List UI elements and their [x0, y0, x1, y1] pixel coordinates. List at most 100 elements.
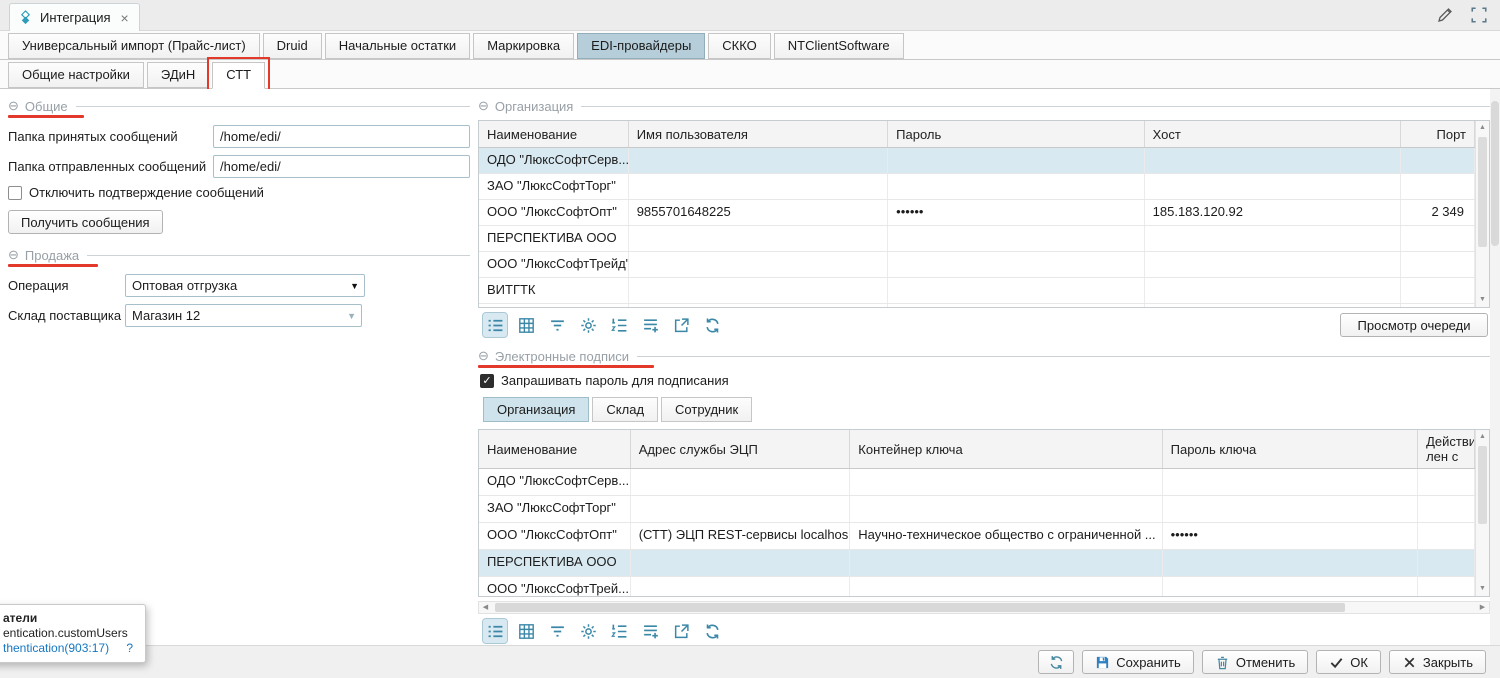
general-panel: ⊖ Общие Папка принятых сообщенийПапка от…: [8, 97, 470, 334]
main-tab-4[interactable]: Маркировка: [473, 33, 574, 59]
view-table-icon[interactable]: [514, 313, 538, 337]
scroll-right-icon[interactable]: ▶: [1476, 602, 1489, 613]
add-list-icon[interactable]: [638, 619, 662, 643]
ok-button[interactable]: ОК: [1316, 650, 1381, 674]
received-folder-input[interactable]: [213, 125, 470, 148]
scrollbar-thumb[interactable]: [1478, 137, 1487, 247]
sub-tab-1[interactable]: Общие настройки: [8, 62, 144, 88]
filter-icon[interactable]: [545, 313, 569, 337]
table-row[interactable]: ООО "ЛюксСофтОпт"9855701648225••••••185.…: [479, 200, 1475, 226]
maximize-icon[interactable]: [1470, 6, 1488, 24]
main-tab-3[interactable]: Начальные остатки: [325, 33, 470, 59]
table-row[interactable]: ПЕРСПЕКТИВА ООО: [479, 550, 1475, 577]
tooltip-line: entication.customUsers: [3, 626, 137, 641]
column-header[interactable]: Наименование: [479, 121, 629, 147]
table-row[interactable]: Гомельский областн...: [479, 304, 1475, 308]
edit-icon[interactable]: [1436, 6, 1454, 24]
view-table-icon[interactable]: [514, 619, 538, 643]
signatures-tab-3[interactable]: Сотрудник: [661, 397, 752, 422]
scrollbar-thumb[interactable]: [1478, 446, 1487, 524]
column-header[interactable]: Хост: [1145, 121, 1401, 147]
scroll-up-icon[interactable]: ▲: [1476, 121, 1489, 135]
collapse-icon[interactable]: ⊖: [478, 98, 489, 114]
signatures-tab-1[interactable]: Организация: [483, 397, 589, 422]
horizontal-scrollbar[interactable]: ◀ ▶: [478, 601, 1490, 614]
titlebar-actions: [1436, 6, 1488, 24]
main-tab-1[interactable]: Универсальный импорт (Прайс-лист): [8, 33, 260, 59]
settings-icon[interactable]: [576, 313, 600, 337]
warehouse-select[interactable]: Магазин 12 ▼: [125, 304, 362, 327]
table-row[interactable]: ЗАО "ЛюксСофтТорг": [479, 496, 1475, 523]
document-tab-integration[interactable]: Интеграция ×: [9, 3, 140, 31]
table-cell: [1163, 577, 1418, 597]
collapse-icon[interactable]: ⊖: [8, 98, 19, 114]
column-header[interactable]: Пароль ключа: [1163, 430, 1418, 468]
settings-icon[interactable]: [576, 619, 600, 643]
vertical-scrollbar[interactable]: ▲ ▼: [1475, 121, 1489, 307]
export-icon[interactable]: [669, 313, 693, 337]
cancel-button[interactable]: Отменить: [1202, 650, 1308, 674]
numbered-list-icon[interactable]: [607, 619, 631, 643]
refresh-button[interactable]: [1038, 650, 1074, 674]
scroll-down-icon[interactable]: ▼: [1476, 293, 1489, 307]
table-row[interactable]: ВИТГТК: [479, 278, 1475, 304]
column-header[interactable]: Порт: [1401, 121, 1475, 147]
table-cell: [629, 304, 888, 308]
table-row[interactable]: ОДО "ЛюксСофтСерв...: [479, 469, 1475, 496]
disable-confirm-checkbox-row[interactable]: Отключить подтверждение сообщений: [8, 185, 470, 200]
dropdown-arrow-icon[interactable]: ▼: [350, 281, 359, 291]
filter-icon[interactable]: [545, 619, 569, 643]
table-row[interactable]: ЗАО "ЛюксСофтТорг": [479, 174, 1475, 200]
checkbox-unchecked-icon[interactable]: [8, 186, 22, 200]
export-icon[interactable]: [669, 619, 693, 643]
main-tab-2[interactable]: Druid: [263, 33, 322, 59]
scroll-down-icon[interactable]: ▼: [1476, 582, 1489, 596]
collapse-icon[interactable]: ⊖: [478, 348, 489, 364]
ask-password-checkbox-row[interactable]: ✓ Запрашивать пароль для подписания: [480, 373, 729, 388]
refresh-layout-icon[interactable]: [700, 313, 724, 337]
numbered-list-icon[interactable]: [607, 313, 631, 337]
column-header[interactable]: Действи лен с: [1418, 430, 1475, 468]
table-row[interactable]: ООО "ЛюксСофтТрей...: [479, 577, 1475, 597]
table-cell: [1163, 469, 1418, 495]
table-cell: [1145, 174, 1401, 199]
scrollbar-thumb[interactable]: [495, 603, 1345, 612]
checkbox-checked-icon[interactable]: ✓: [480, 374, 494, 388]
scroll-left-icon[interactable]: ◀: [479, 602, 492, 613]
add-list-icon[interactable]: [638, 313, 662, 337]
operation-select[interactable]: Оптовая отгрузка ▼: [125, 274, 365, 297]
refresh-layout-icon[interactable]: [700, 619, 724, 643]
view-queue-button[interactable]: Просмотр очереди: [1340, 313, 1488, 337]
column-header[interactable]: Пароль: [888, 121, 1144, 147]
column-header[interactable]: Имя пользователя: [629, 121, 888, 147]
table-row[interactable]: ООО "ЛюксСофтТрейд": [479, 252, 1475, 278]
column-header[interactable]: Наименование: [479, 430, 631, 468]
vertical-scrollbar[interactable]: ▲ ▼: [1475, 430, 1489, 596]
main-tab-7[interactable]: NTClientSoftware: [774, 33, 904, 59]
sub-tab-3[interactable]: СТТ: [212, 62, 265, 89]
signatures-tab-2[interactable]: Склад: [592, 397, 658, 422]
help-link[interactable]: ?: [126, 641, 133, 655]
view-list-icon[interactable]: [483, 619, 507, 643]
column-header[interactable]: Адрес службы ЭЦП: [631, 430, 851, 468]
scroll-up-icon[interactable]: ▲: [1476, 430, 1489, 444]
page-scrollbar[interactable]: [1490, 89, 1500, 645]
table-row[interactable]: ООО "ЛюксСофтОпт"(СТТ) ЭЦП REST-сервисы …: [479, 523, 1475, 550]
tooltip-link[interactable]: thentication(903:17): [3, 641, 109, 655]
table-cell: [1145, 148, 1401, 173]
close-button[interactable]: Закрыть: [1389, 650, 1486, 674]
get-messages-button[interactable]: Получить сообщения: [8, 210, 163, 234]
collapse-icon[interactable]: ⊖: [8, 247, 19, 263]
sent-folder-input[interactable]: [213, 155, 470, 178]
close-document-tab-icon[interactable]: ×: [121, 10, 129, 26]
table-row[interactable]: ОДО "ЛюксСофтСерв...: [479, 148, 1475, 174]
main-tab-6[interactable]: СККО: [708, 33, 771, 59]
main-tab-5[interactable]: EDI-провайдеры: [577, 33, 705, 59]
table-row[interactable]: ПЕРСПЕКТИВА ООО: [479, 226, 1475, 252]
scrollbar-thumb[interactable]: [1491, 101, 1499, 246]
dropdown-arrow-icon[interactable]: ▼: [347, 311, 356, 321]
view-list-icon[interactable]: [483, 313, 507, 337]
sub-tab-2[interactable]: ЭДиН: [147, 62, 209, 88]
column-header[interactable]: Контейнер ключа: [850, 430, 1162, 468]
save-button[interactable]: Сохранить: [1082, 650, 1194, 674]
